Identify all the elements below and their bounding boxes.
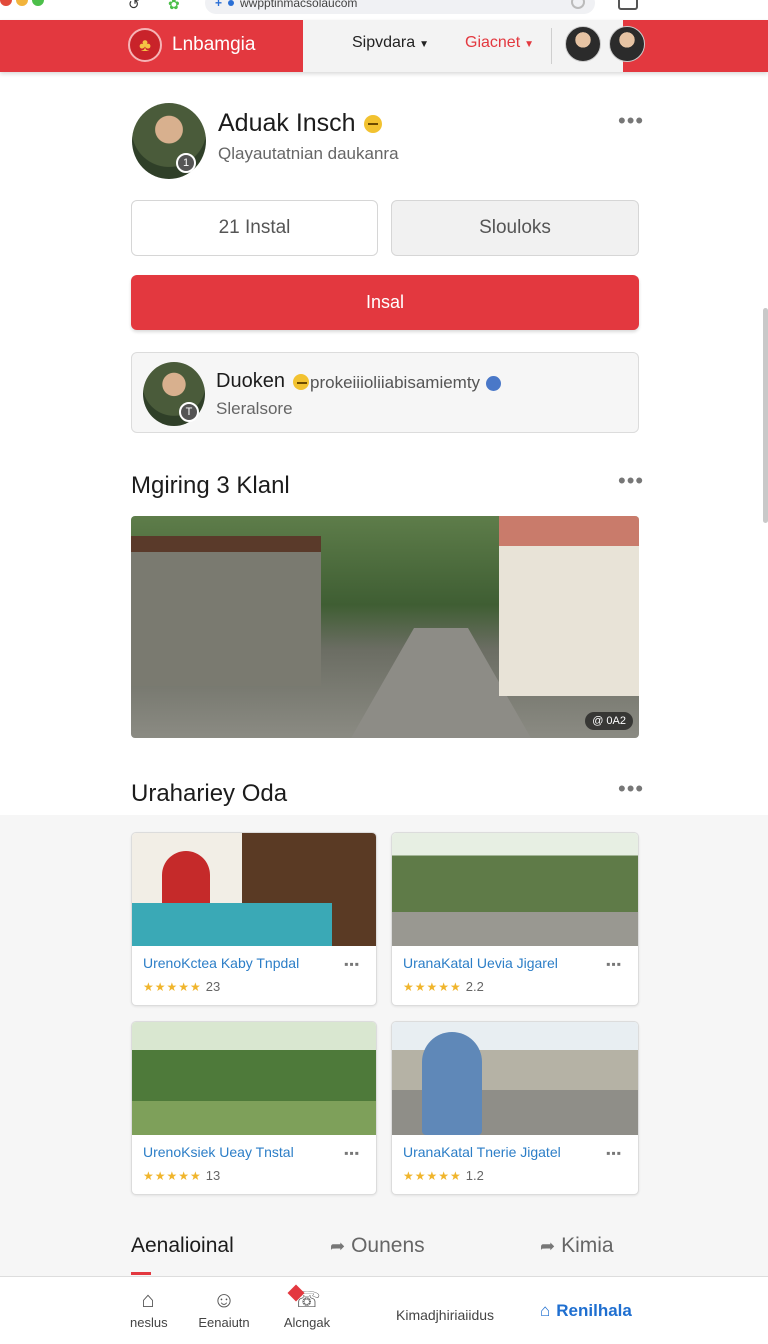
avatar-badge: 1 bbox=[176, 153, 196, 173]
nav-center-label[interactable]: Kimadjhiriaiidus bbox=[396, 1307, 494, 1323]
related-card[interactable]: UranaKatal Tnerie Jigatel ▪▪▪ ★★★★★ 1.2 bbox=[391, 1021, 639, 1195]
card-title: UranaKatal Tnerie Jigatel bbox=[403, 1144, 561, 1160]
nav-menu-2[interactable]: Giacnet ▼ bbox=[465, 34, 534, 52]
tab-1[interactable]: Aenalioinal bbox=[131, 1234, 234, 1258]
card-title: UrenoKsiek Ueay Tnstal bbox=[143, 1144, 294, 1160]
profile-name: Aduak Insch bbox=[218, 109, 382, 138]
scrollbar[interactable] bbox=[763, 308, 768, 523]
back-icon[interactable]: ↺ bbox=[128, 0, 140, 13]
header-nav: Sipvdara ▼ Giacnet ▼ bbox=[303, 20, 645, 72]
card-more-icon[interactable]: ▪▪▪ bbox=[606, 1146, 622, 1160]
browser-toolbar: ↺ ✿ + wwpptinmacsolaucom bbox=[0, 0, 768, 20]
tab-2[interactable]: ➦ Ounens bbox=[330, 1234, 425, 1258]
star-rating-icon: ★★★★★ bbox=[143, 980, 202, 994]
owner-avatar: T bbox=[143, 362, 205, 426]
reload-icon[interactable] bbox=[571, 0, 585, 9]
url-text: wwpptinmacsolaucom bbox=[240, 0, 358, 10]
related-card[interactable]: UrenoKctea Kaby Tnpdal ▪▪▪ ★★★★★ 23 bbox=[131, 832, 377, 1006]
app-header: ♣ Lnbamgia Sipvdara ▼ Giacnet ▼ bbox=[0, 20, 768, 72]
owner-badge: T bbox=[179, 402, 199, 422]
verified-icon bbox=[486, 376, 502, 392]
brand[interactable]: ♣ Lnbamgia bbox=[128, 28, 255, 62]
more-options-icon[interactable]: ••• bbox=[618, 110, 644, 132]
photo-counter: @ 0A2 bbox=[585, 712, 633, 730]
chevron-down-icon: ▼ bbox=[524, 39, 535, 50]
card-rating: ★★★★★ 23 bbox=[143, 979, 221, 994]
add-icon: + bbox=[215, 0, 223, 10]
related-more-icon[interactable]: ••• bbox=[618, 778, 644, 800]
active-tab-indicator bbox=[131, 1272, 151, 1275]
owner-status: Sleralsore bbox=[216, 399, 293, 418]
chat-icon: ☏ bbox=[293, 1287, 321, 1312]
tabs-row: Aenalioinal ➦ Ounens ➦ Kimia bbox=[0, 1222, 768, 1272]
card-more-icon[interactable]: ▪▪▪ bbox=[606, 957, 622, 971]
tabs-icon[interactable] bbox=[618, 0, 638, 10]
profile-avatar[interactable]: 1 bbox=[132, 103, 206, 179]
nav-profile[interactable]: ☺ Eenaiutn bbox=[196, 1285, 252, 1330]
star-rating-icon: ★★★★★ bbox=[143, 1169, 202, 1183]
secondary-button[interactable]: Slouloks bbox=[391, 200, 639, 256]
address-bar[interactable]: + wwpptinmacsolaucom bbox=[205, 0, 595, 14]
chevron-down-icon: ▼ bbox=[419, 39, 430, 50]
install-button[interactable]: Insal bbox=[131, 275, 639, 330]
card-thumbnail bbox=[392, 1022, 638, 1135]
brand-name: Lnbamgia bbox=[172, 34, 256, 55]
star-rating-icon: ★★★★★ bbox=[403, 980, 462, 994]
extension-icon[interactable]: ✿ bbox=[168, 0, 180, 13]
card-thumbnail bbox=[132, 833, 376, 946]
card-rating: ★★★★★ 13 bbox=[143, 1168, 221, 1183]
emoji-icon bbox=[363, 115, 382, 134]
card-thumbnail bbox=[132, 1022, 376, 1135]
window-controls[interactable] bbox=[0, 0, 44, 6]
card-rating: ★★★★★ 1.2 bbox=[403, 1168, 484, 1183]
tab-3[interactable]: ➦ Kimia bbox=[540, 1234, 614, 1258]
card-thumbnail bbox=[392, 833, 638, 946]
share-icon: ➦ bbox=[330, 1236, 346, 1256]
home-icon: ⌂ bbox=[540, 1301, 551, 1320]
gallery-more-icon[interactable]: ••• bbox=[618, 470, 644, 492]
card-rating: ★★★★★ 2.2 bbox=[403, 979, 484, 994]
emoji-icon bbox=[292, 373, 309, 390]
secure-icon bbox=[228, 0, 235, 6]
divider bbox=[551, 28, 552, 64]
card-title: UranaKatal Uevia Jigarel bbox=[403, 955, 558, 971]
account-avatar[interactable] bbox=[609, 26, 645, 62]
owner-name: Duoken bbox=[216, 370, 309, 393]
owner-card[interactable]: T Duoken prokeiiioliiabisamiemty Slerals… bbox=[131, 352, 639, 433]
related-section bbox=[0, 815, 768, 1277]
profile-subtitle: Qlayautatnian daukanra bbox=[218, 144, 399, 163]
card-more-icon[interactable]: ▪▪▪ bbox=[344, 1146, 360, 1160]
user-avatar[interactable] bbox=[565, 26, 601, 62]
related-card[interactable]: UrenoKsiek Ueay Tnstal ▪▪▪ ★★★★★ 13 bbox=[131, 1021, 377, 1195]
related-title: Urahariey Oda bbox=[131, 780, 288, 807]
related-card[interactable]: UranaKatal Uevia Jigarel ▪▪▪ ★★★★★ 2.2 bbox=[391, 832, 639, 1006]
user-icon: ☺ bbox=[212, 1287, 236, 1312]
star-rating-icon: ★★★★★ bbox=[403, 1169, 462, 1183]
home-icon: ⌂ bbox=[141, 1287, 155, 1312]
card-more-icon[interactable]: ▪▪▪ bbox=[344, 957, 360, 971]
brand-logo-icon: ♣ bbox=[128, 28, 162, 62]
nav-menu-1[interactable]: Sipvdara ▼ bbox=[352, 34, 429, 52]
owner-handle: prokeiiioliiabisamiemty bbox=[310, 373, 502, 393]
nav-active-item[interactable]: ⌂ Renilhala bbox=[540, 1301, 632, 1321]
gallery-title: Mgiring 3 Klanl bbox=[131, 472, 290, 499]
install-count-button[interactable]: 21 Instal bbox=[131, 200, 378, 256]
nav-home[interactable]: ⌂ neslus bbox=[130, 1285, 168, 1330]
bottom-nav: ⌂ neslus ☺ Eenaiutn ☏ Alcngak Kimadjhiri… bbox=[0, 1276, 768, 1344]
hero-photo[interactable]: @ 0A2 bbox=[131, 516, 639, 738]
share-icon: ➦ bbox=[540, 1236, 556, 1256]
card-title: UrenoKctea Kaby Tnpdal bbox=[143, 955, 300, 971]
